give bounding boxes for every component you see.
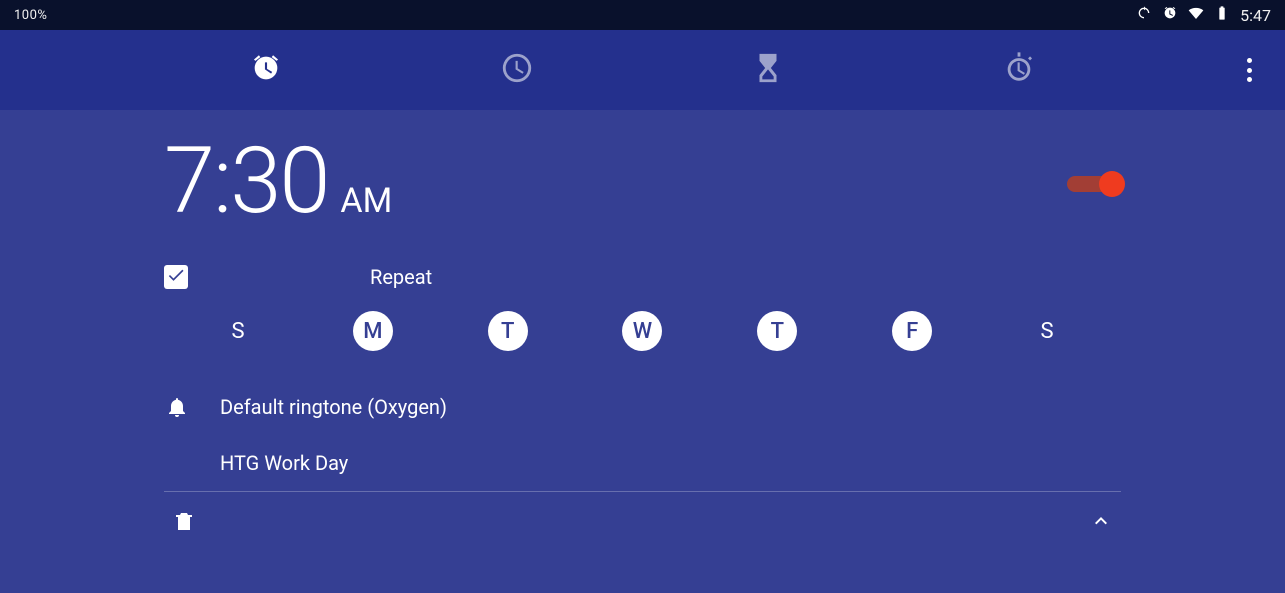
battery-icon xyxy=(1214,5,1230,25)
trash-icon xyxy=(172,518,196,537)
delete-alarm-button[interactable] xyxy=(164,501,204,545)
day-sat[interactable]: S xyxy=(1027,311,1067,351)
status-bar: 100% 5:47 xyxy=(0,0,1285,30)
status-clock: 5:47 xyxy=(1240,6,1271,25)
check-icon xyxy=(166,265,186,289)
clock-icon xyxy=(500,51,534,89)
ringtone-row[interactable]: Default ringtone (Oxygen) xyxy=(164,379,1121,435)
alarm-time-ampm: AM xyxy=(340,181,392,231)
chevron-up-icon xyxy=(1089,518,1113,537)
day-thu[interactable]: T xyxy=(757,311,797,351)
alarm-clock-icon xyxy=(249,51,283,89)
tab-timer[interactable] xyxy=(750,52,786,88)
day-sun[interactable]: S xyxy=(218,311,258,351)
alarm-card: 7:30 AM Repeat S M T W T F S Default rin… xyxy=(0,110,1285,593)
alarm-time-value: 7:30 xyxy=(164,136,328,228)
tab-alarm[interactable] xyxy=(248,52,284,88)
ringtone-text: Default ringtone (Oxygen) xyxy=(220,395,447,419)
tab-stopwatch[interactable] xyxy=(1001,52,1037,88)
collapse-button[interactable] xyxy=(1081,501,1121,545)
alarm-label-text: HTG Work Day xyxy=(220,451,348,475)
alarm-time-button[interactable]: 7:30 AM xyxy=(164,136,392,231)
alarm-enable-toggle[interactable] xyxy=(1067,171,1121,197)
repeat-checkbox[interactable] xyxy=(164,265,188,289)
overflow-menu-button[interactable] xyxy=(1237,54,1261,86)
tab-clock[interactable] xyxy=(499,52,535,88)
stopwatch-icon xyxy=(1002,51,1036,89)
battery-percent-text: 100% xyxy=(14,8,47,23)
status-icons: 5:47 xyxy=(1136,5,1271,25)
day-wed[interactable]: W xyxy=(622,311,662,351)
bell-icon xyxy=(164,395,190,419)
day-fri[interactable]: F xyxy=(892,311,932,351)
day-mon[interactable]: M xyxy=(353,311,393,351)
repeat-label: Repeat xyxy=(370,265,432,289)
label-row[interactable]: HTG Work Day xyxy=(164,435,1121,491)
days-row: S M T W T F S xyxy=(164,311,1121,351)
day-tue[interactable]: T xyxy=(488,311,528,351)
alarm-icon xyxy=(1162,5,1178,25)
tab-bar xyxy=(0,30,1285,110)
dots-icon xyxy=(1247,58,1252,63)
wifi-icon xyxy=(1188,5,1204,25)
hourglass-icon xyxy=(751,51,785,89)
sync-icon xyxy=(1136,5,1152,25)
